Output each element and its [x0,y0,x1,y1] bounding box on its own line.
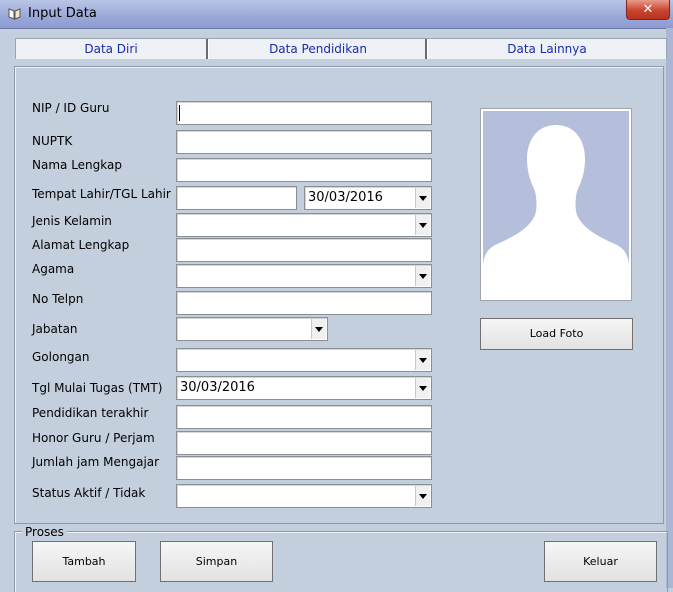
dropdown-button[interactable] [415,188,430,208]
tambah-button[interactable]: Tambah [32,541,136,582]
app-icon [8,8,21,20]
chevron-down-icon [315,327,323,332]
honor-input[interactable] [176,431,432,455]
label-jenis-kelamin: Jenis Kelamin [32,214,112,228]
load-foto-button[interactable]: Load Foto [480,318,633,350]
window-title: Input Data [28,6,97,21]
tab-data-diri[interactable]: Data Diri [16,39,206,59]
nuptk-input[interactable] [176,130,432,154]
chevron-down-icon [419,274,427,279]
proses-group-label: Proses [22,525,67,539]
jenis-kelamin-select[interactable] [176,213,432,237]
tmt-picker[interactable]: 30/03/2016 [176,376,432,400]
text-caret [179,105,180,121]
alamat-input[interactable] [176,238,432,262]
label-golongan: Golongan [32,350,90,364]
label-nip: NIP / ID Guru [32,101,110,115]
dropdown-button[interactable] [415,215,430,235]
jabatan-select[interactable] [176,317,328,341]
label-ttl: Tempat Lahir/TGL Lahir [32,187,171,201]
chevron-down-icon [419,386,427,391]
dropdown-button[interactable] [415,378,430,398]
tab-data-pendidikan[interactable]: Data Pendidikan [209,39,427,59]
label-telp: No Telpn [32,292,84,306]
dropdown-button[interactable] [415,350,430,370]
label-nama: Nama Lengkap [32,158,122,172]
status-select[interactable] [176,484,432,508]
chevron-down-icon [419,196,427,201]
nama-input[interactable] [176,158,432,182]
golongan-select[interactable] [176,348,432,372]
photo-frame [480,108,632,301]
label-jam: Jumlah jam Mengajar [32,455,160,469]
telp-input[interactable] [176,291,432,315]
tmt-value: 30/03/2016 [180,380,255,395]
person-silhouette-icon [483,111,629,298]
pendidikan-input[interactable] [176,405,432,429]
nip-input[interactable] [176,101,432,125]
window-border [666,28,673,588]
agama-select[interactable] [176,264,432,288]
dropdown-button[interactable] [415,486,430,506]
jam-input[interactable] [176,456,432,480]
chevron-down-icon [419,358,427,363]
label-nuptk: NUPTK [32,134,73,148]
label-pendidikan: Pendidikan terakhir [32,406,149,420]
close-icon: ✕ [642,2,654,17]
label-jabatan: Jabatan [32,322,78,336]
tanggal-lahir-picker[interactable]: 30/03/2016 [304,186,432,210]
tab-data-lainnya[interactable]: Data Lainnya [428,39,666,59]
tempat-lahir-input[interactable] [176,186,297,210]
chevron-down-icon [419,494,427,499]
tab-strip: Data Diri Data Pendidikan Data Lainnya [15,38,667,59]
chevron-down-icon [419,223,427,228]
dropdown-button[interactable] [415,266,430,286]
label-tmt: Tgl Mulai Tugas (TMT) [32,381,163,395]
dropdown-button[interactable] [311,319,326,339]
label-honor: Honor Guru / Perjam [32,431,155,445]
label-alamat: Alamat Lengkap [32,238,130,252]
label-status: Status Aktif / Tidak [32,486,146,500]
title-bar: Input Data [0,0,673,29]
label-agama: Agama [32,262,75,276]
tanggal-lahir-value: 30/03/2016 [308,190,383,205]
close-button[interactable]: ✕ [626,0,670,20]
simpan-button[interactable]: Simpan [160,541,273,582]
keluar-button[interactable]: Keluar [544,541,657,582]
